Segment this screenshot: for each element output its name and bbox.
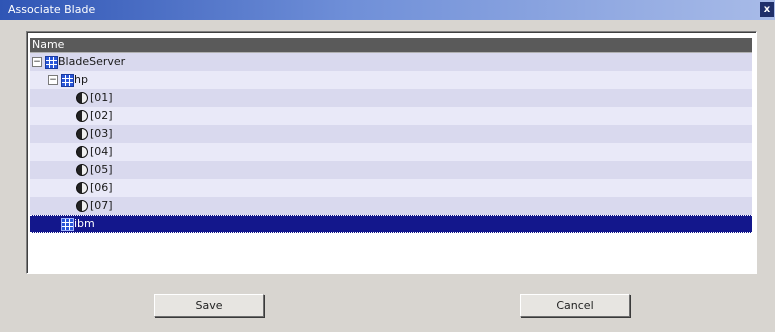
collapse-icon[interactable]: − [32,57,42,67]
blade-icon [76,182,88,194]
column-header-label: Name [32,38,65,51]
tree-node-label: [02] [90,109,113,122]
tree-row-bladeserver[interactable]: − BladeServer [30,53,752,71]
column-header-name[interactable]: Name [30,38,752,53]
close-icon[interactable]: x [760,2,774,17]
tree-node-label: [03] [90,127,113,140]
tree-node-label: BladeServer [58,55,126,68]
tree-node-label: hp [74,73,88,86]
tree-node-label: [01] [90,91,113,104]
associate-blade-dialog: Associate Blade x Name − BladeServer − h… [0,0,775,332]
tree-node-label: ibm [74,217,95,230]
tree-panel: Name − BladeServer − hp [01] [02] [03] [… [26,31,757,274]
cancel-button[interactable]: Cancel [520,294,630,317]
dialog-title: Associate Blade [8,3,96,16]
tree-node-label: [07] [90,199,113,212]
tree-node-label: [06] [90,181,113,194]
tree-node-label: [04] [90,145,113,158]
grid-icon [61,74,74,87]
blade-icon [76,200,88,212]
tree-row-blade-05[interactable]: [05] [30,161,752,179]
save-button[interactable]: Save [154,294,264,317]
grid-icon [61,218,74,231]
tree-row-blade-03[interactable]: [03] [30,125,752,143]
tree-row-blade-04[interactable]: [04] [30,143,752,161]
tree-row-ibm[interactable]: ibm [30,215,752,233]
collapse-icon[interactable]: − [48,75,58,85]
tree-node-label: [05] [90,163,113,176]
tree-row-blade-01[interactable]: [01] [30,89,752,107]
tree-row-blade-02[interactable]: [02] [30,107,752,125]
tree-rows: − BladeServer − hp [01] [02] [03] [04] [… [30,53,752,233]
tree-row-blade-06[interactable]: [06] [30,179,752,197]
blade-icon [76,110,88,122]
blade-icon [76,146,88,158]
blade-icon [76,128,88,140]
grid-icon [45,56,58,69]
blade-icon [76,92,88,104]
blade-icon [76,164,88,176]
tree-row-blade-07[interactable]: [07] [30,197,752,215]
title-bar[interactable]: Associate Blade x [0,0,775,20]
tree-row-hp[interactable]: − hp [30,71,752,89]
